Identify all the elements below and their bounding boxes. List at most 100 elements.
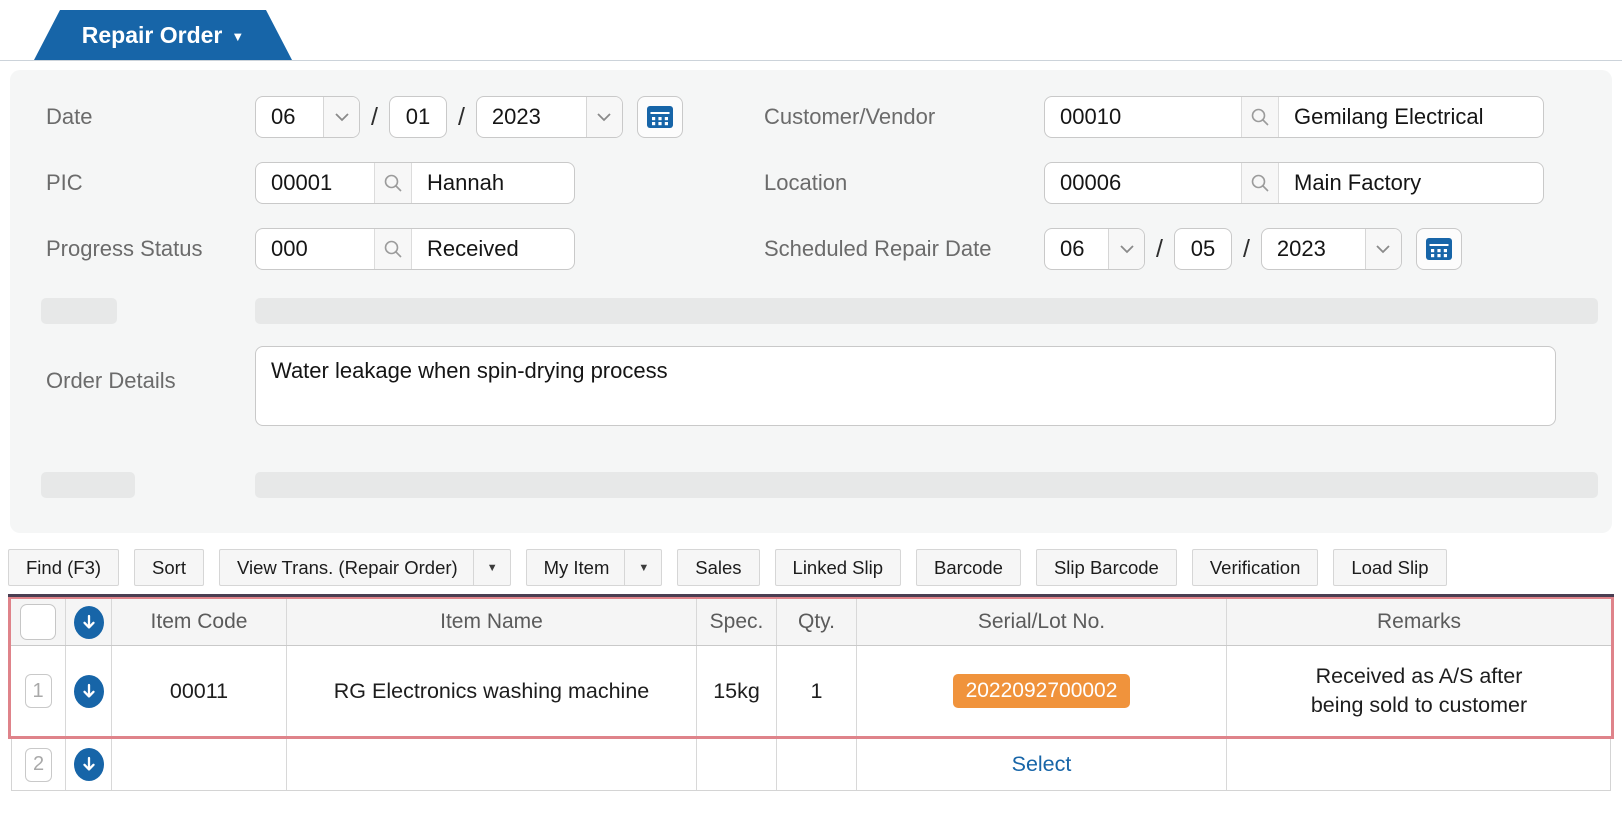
my-item-button[interactable]: My Item ▼ bbox=[525, 549, 663, 586]
linked-slip-button[interactable]: Linked Slip bbox=[774, 549, 902, 586]
chevron-down-icon[interactable] bbox=[1364, 229, 1401, 269]
progress-code-input[interactable]: 000 bbox=[256, 229, 374, 269]
scheduled-year-select[interactable]: 2023 bbox=[1260, 228, 1402, 270]
tab-repair-order[interactable]: Repair Order ▼ bbox=[34, 10, 292, 60]
location-code-input[interactable]: 00006 bbox=[1045, 163, 1241, 203]
verification-button[interactable]: Verification bbox=[1191, 549, 1319, 586]
select-all-cell bbox=[11, 599, 66, 645]
item-grid: Item Code Item Name Spec. Qty. Serial/Lo… bbox=[8, 594, 1614, 791]
search-icon[interactable] bbox=[1241, 163, 1279, 203]
cell-item-code[interactable] bbox=[112, 739, 287, 790]
progress-name-input[interactable]: Received bbox=[412, 229, 574, 269]
calendar-icon bbox=[1425, 238, 1452, 260]
chevron-down-icon[interactable]: ▼ bbox=[624, 550, 649, 585]
date-month-value: 06 bbox=[271, 104, 296, 129]
grid-row-1: 1 00011 RG Electronics washing machine 1… bbox=[11, 646, 1611, 736]
row-arrow-cell bbox=[66, 646, 112, 736]
row-number[interactable]: 2 bbox=[25, 747, 52, 782]
progress-status-label: Progress Status bbox=[46, 236, 203, 261]
customer-label: Customer/Vendor bbox=[764, 104, 936, 129]
select-serial-link[interactable]: Select bbox=[1012, 752, 1072, 777]
header-qty[interactable]: Qty. bbox=[777, 599, 857, 645]
scheduled-year-value: 2023 bbox=[1276, 236, 1326, 261]
load-slip-button[interactable]: Load Slip bbox=[1333, 549, 1447, 586]
date-month-select[interactable]: 06 bbox=[255, 96, 360, 138]
row-number-cell: 1 bbox=[11, 646, 66, 736]
search-icon[interactable] bbox=[374, 229, 412, 269]
chevron-down-icon: ▼ bbox=[231, 29, 245, 44]
scheduled-month-value: 06 bbox=[1060, 236, 1085, 261]
scheduled-month-select[interactable]: 06 bbox=[1044, 228, 1145, 270]
scheduled-day-input[interactable]: 05 bbox=[1173, 228, 1232, 270]
date-field-group: 06 / 01 / 2023 bbox=[255, 96, 764, 138]
header-item-name[interactable]: Item Name bbox=[287, 599, 697, 645]
slip-barcode-button[interactable]: Slip Barcode bbox=[1035, 549, 1177, 586]
barcode-button[interactable]: Barcode bbox=[916, 549, 1021, 586]
calendar-button[interactable] bbox=[636, 96, 683, 138]
cell-qty[interactable]: 1 bbox=[777, 646, 857, 736]
order-header-form: Date 06 / 01 / 2023 Customer/Vendor 0001… bbox=[10, 70, 1612, 533]
row-number-cell: 2 bbox=[12, 739, 66, 790]
search-icon[interactable] bbox=[374, 163, 412, 203]
cell-spec[interactable] bbox=[697, 739, 777, 790]
customer-name-input[interactable]: Gemilang Electrical bbox=[1279, 97, 1543, 137]
pic-code-input[interactable]: 00001 bbox=[256, 163, 374, 203]
grid-highlight-region: Item Code Item Name Spec. Qty. Serial/Lo… bbox=[8, 597, 1614, 739]
cell-serial-lot: Select bbox=[857, 739, 1227, 790]
location-name-input[interactable]: Main Factory bbox=[1279, 163, 1543, 203]
chevron-down-icon[interactable] bbox=[1108, 229, 1144, 269]
chevron-down-icon[interactable] bbox=[323, 97, 359, 137]
form-row-progress-scheduled: Progress Status 000 Received Scheduled R… bbox=[10, 216, 1612, 282]
search-icon[interactable] bbox=[1241, 97, 1279, 137]
arrow-down-circle-icon[interactable] bbox=[73, 605, 104, 639]
customer-field-group: 00010 Gemilang Electrical bbox=[1044, 96, 1544, 138]
form-row-pic-location: PIC 00001 Hannah Location 00006 Main Fac… bbox=[10, 150, 1612, 216]
header-item-code[interactable]: Item Code bbox=[112, 599, 287, 645]
date-separator: / bbox=[371, 102, 378, 131]
cell-remarks[interactable]: Received as A/S after being sold to cust… bbox=[1227, 646, 1611, 736]
cell-item-name[interactable] bbox=[287, 739, 697, 790]
cell-item-name[interactable]: RG Electronics washing machine bbox=[287, 646, 697, 736]
sort-button[interactable]: Sort bbox=[134, 549, 204, 586]
date-day-input[interactable]: 01 bbox=[388, 96, 447, 138]
pic-name-input[interactable]: Hannah bbox=[412, 163, 574, 203]
grid-header-row: Item Code Item Name Spec. Qty. Serial/Lo… bbox=[11, 599, 1611, 646]
row-number[interactable]: 1 bbox=[24, 674, 52, 708]
cell-qty[interactable] bbox=[777, 739, 857, 790]
tab-bar: Repair Order ▼ bbox=[0, 0, 1622, 61]
placeholder-field-bar bbox=[255, 472, 1598, 498]
arrow-down-circle-icon[interactable] bbox=[73, 748, 104, 781]
chevron-down-icon[interactable]: ▼ bbox=[472, 550, 498, 585]
cell-spec[interactable]: 15kg bbox=[697, 646, 777, 736]
find-button[interactable]: Find (F3) bbox=[8, 549, 120, 586]
cell-remarks[interactable] bbox=[1227, 739, 1610, 790]
serial-number-badge[interactable]: 2022092700002 bbox=[952, 674, 1131, 708]
sales-button[interactable]: Sales bbox=[677, 549, 760, 586]
remarks-text: Received as A/S after being sold to cust… bbox=[1310, 663, 1528, 717]
select-all-checkbox[interactable] bbox=[20, 604, 56, 640]
repair-order-page: Repair Order ▼ Date 06 / 01 / 2023 Custo… bbox=[0, 0, 1622, 791]
page-title: Repair Order bbox=[81, 21, 223, 48]
grid-row-2: 2 Select bbox=[11, 739, 1611, 791]
chevron-down-icon[interactable] bbox=[585, 97, 622, 137]
calendar-button[interactable] bbox=[1415, 228, 1462, 270]
placeholder-label-bar bbox=[41, 472, 135, 498]
location-field-group: 00006 Main Factory bbox=[1044, 162, 1544, 204]
order-details-label: Order Details bbox=[46, 368, 176, 393]
pic-label: PIC bbox=[46, 170, 83, 195]
progress-field-group: 000 Received bbox=[255, 228, 764, 270]
grid-toolbar: Find (F3) Sort View Trans. (Repair Order… bbox=[8, 549, 1614, 586]
cell-serial-lot: 2022092700002 bbox=[857, 646, 1227, 736]
header-remarks[interactable]: Remarks bbox=[1227, 599, 1611, 645]
customer-code-input[interactable]: 00010 bbox=[1045, 97, 1241, 137]
view-trans-button[interactable]: View Trans. (Repair Order) ▼ bbox=[218, 549, 511, 586]
date-separator: / bbox=[457, 102, 465, 131]
form-row-order-details: Order Details Water leakage when spin-dr… bbox=[10, 346, 1612, 442]
order-details-textarea[interactable]: Water leakage when spin-drying process bbox=[255, 346, 1556, 426]
cell-item-code[interactable]: 00011 bbox=[112, 646, 287, 736]
header-serial-lot[interactable]: Serial/Lot No. bbox=[857, 599, 1227, 645]
arrow-down-circle-icon[interactable] bbox=[73, 674, 104, 708]
date-year-select[interactable]: 2023 bbox=[475, 96, 623, 138]
date-label: Date bbox=[46, 104, 93, 129]
header-spec[interactable]: Spec. bbox=[697, 599, 777, 645]
